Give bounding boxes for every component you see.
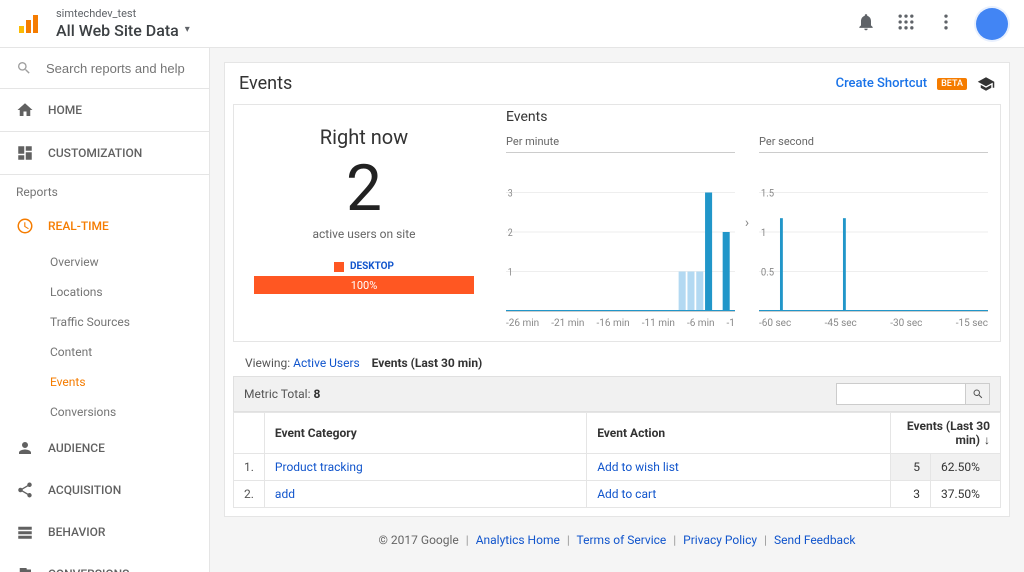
svg-text:1.5: 1.5: [761, 188, 775, 199]
per-minute-chart: Per minute 3 2 1: [506, 117, 735, 329]
desktop-bar: 100%: [254, 276, 474, 294]
footer-privacy[interactable]: Privacy Policy: [683, 533, 757, 547]
svg-text:1: 1: [761, 228, 766, 239]
events-table: Event Category Event Action Events (Last…: [233, 412, 1001, 508]
panel-title: Events: [239, 73, 292, 94]
col-event-category[interactable]: Event Category: [264, 413, 586, 454]
sidebar: HOME CUSTOMIZATION Reports REAL-TIME Ove…: [0, 48, 210, 572]
svg-text:0.5: 0.5: [761, 267, 775, 278]
ga-logo-icon: [16, 12, 40, 36]
tab-events[interactable]: Events (Last 30 min): [372, 356, 483, 370]
event-category-link[interactable]: Product tracking: [264, 454, 586, 481]
share-icon: [16, 481, 34, 499]
nav-acquisition[interactable]: ACQUISITION: [0, 469, 209, 511]
active-users-count: 2: [254, 157, 474, 221]
search-icon: [16, 60, 32, 76]
tab-active-users[interactable]: Active Users: [293, 356, 360, 370]
chevron-down-icon: ▾: [185, 24, 190, 36]
bell-icon[interactable]: [856, 12, 876, 36]
viewing-tabs: Viewing: Active Users Events (Last 30 mi…: [233, 350, 1001, 376]
education-icon[interactable]: [977, 75, 995, 93]
table-search-button[interactable]: [966, 383, 990, 405]
events-panel: Events Create Shortcut BETA Right now 2 …: [224, 62, 1010, 517]
nav-behavior[interactable]: BEHAVIOR: [0, 511, 209, 553]
event-action-link[interactable]: Add to cart: [587, 481, 891, 508]
account-name: simtechdev_test: [56, 7, 190, 20]
nav-rt-events[interactable]: Events: [50, 367, 209, 397]
nav-home[interactable]: HOME: [0, 89, 209, 131]
nav-customization[interactable]: CUSTOMIZATION: [0, 132, 209, 174]
more-vert-icon[interactable]: [936, 12, 956, 36]
metric-total-row: Metric Total: 8: [233, 376, 1001, 412]
desktop-swatch-icon: [334, 262, 344, 272]
footer: © 2017 Google | Analytics Home | Terms o…: [224, 517, 1010, 563]
nav-realtime[interactable]: REAL-TIME: [0, 205, 209, 247]
behavior-icon: [16, 523, 34, 541]
footer-analytics-home[interactable]: Analytics Home: [476, 533, 560, 547]
footer-tos[interactable]: Terms of Service: [577, 533, 667, 547]
top-header: simtechdev_test All Web Site Data ▾: [0, 0, 1024, 48]
apps-icon[interactable]: [896, 12, 916, 36]
main-content: Events Create Shortcut BETA Right now 2 …: [210, 48, 1024, 572]
event-category-link[interactable]: add: [264, 481, 586, 508]
charts-title: Events: [506, 109, 547, 125]
nav-rt-conversions[interactable]: Conversions: [50, 397, 209, 427]
sort-arrow-icon: ↓: [984, 433, 990, 447]
person-icon: [16, 439, 34, 457]
desktop-legend: DESKTOP: [254, 261, 474, 272]
nav-conversions[interactable]: CONVERSIONS: [0, 553, 209, 572]
account-selector[interactable]: simtechdev_test All Web Site Data ▾: [56, 7, 190, 39]
svg-text:3: 3: [508, 188, 513, 200]
nav-rt-traffic-sources[interactable]: Traffic Sources: [50, 307, 209, 337]
table-row: 2. add Add to cart 3 37.50%: [234, 481, 1001, 508]
nav-rt-locations[interactable]: Locations: [50, 277, 209, 307]
col-events-count[interactable]: Events (Last 30 min)↓: [891, 413, 1001, 454]
flag-icon: [16, 565, 34, 572]
nav-audience[interactable]: AUDIENCE: [0, 427, 209, 469]
svg-text:1: 1: [508, 267, 513, 279]
view-name: All Web Site Data: [56, 21, 179, 40]
active-users-subtitle: active users on site: [254, 227, 474, 241]
create-shortcut-link[interactable]: Create Shortcut: [836, 76, 928, 91]
reports-label: Reports: [0, 175, 209, 205]
search-row[interactable]: [0, 48, 209, 89]
clock-icon: [16, 217, 34, 235]
per-second-chart: Per second 1.5 1 0.5: [759, 117, 988, 329]
col-event-action[interactable]: Event Action: [587, 413, 891, 454]
metric-total-value: 8: [313, 387, 320, 401]
home-icon: [16, 101, 34, 119]
svg-text:2: 2: [508, 228, 513, 240]
realtime-summary: Right now 2 active users on site DESKTOP…: [233, 104, 1001, 342]
search-input[interactable]: [46, 61, 186, 76]
table-row: 1. Product tracking Add to wish list 5 6…: [234, 454, 1001, 481]
table-search-input[interactable]: [836, 383, 966, 405]
nav-rt-content[interactable]: Content: [50, 337, 209, 367]
dashboard-icon: [16, 144, 34, 162]
rightnow-title: Right now: [254, 125, 474, 149]
user-avatar[interactable]: [976, 8, 1008, 40]
event-action-link[interactable]: Add to wish list: [587, 454, 891, 481]
nav-rt-overview[interactable]: Overview: [50, 247, 209, 277]
beta-badge: BETA: [937, 78, 967, 90]
footer-feedback[interactable]: Send Feedback: [774, 533, 856, 547]
chevron-right-icon[interactable]: ›: [745, 215, 749, 231]
